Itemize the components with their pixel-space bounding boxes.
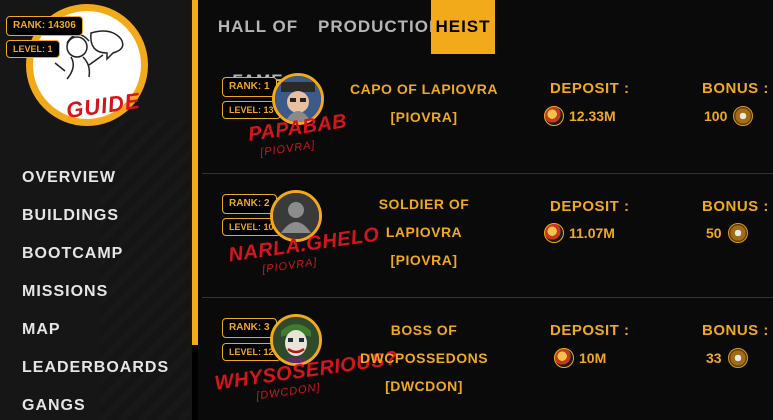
deposit-value: 10M xyxy=(579,350,607,366)
nav-item-overview[interactable]: OVERVIEW xyxy=(22,166,169,204)
sidebar: GUIDE RANK: 14306 LEVEL: 1 OVERVIEW BUIL… xyxy=(0,0,192,420)
deposit-coin-icon xyxy=(554,348,574,368)
main-nav: OVERVIEW BUILDINGS BOOTCAMP MISSIONS MAP… xyxy=(22,166,169,420)
role-line: BOSS OF xyxy=(390,322,458,338)
player-rank-badge: RANK: 14306 xyxy=(6,16,83,36)
leaderboard-tabs: HALL OF FAME PRODUCTION HEIST xyxy=(198,0,773,90)
deposit-value: 12.33M xyxy=(569,108,616,124)
role-line: CAPO OF LAPIOVRA xyxy=(349,81,498,97)
role-line: SOLDIER OF xyxy=(378,196,470,212)
role-line: DWCPOSSEDONS xyxy=(359,350,489,366)
deposit-coin-icon xyxy=(544,106,564,126)
leaderboard-row[interactable]: RANK: 2 LEVEL: 10 NARLA.GHELO [PIOVRA] S… xyxy=(198,174,773,292)
player-role: SOLDIER OF LAPIOVRA [PIOVRA] xyxy=(344,190,504,274)
deposit-label: DEPOSIT : xyxy=(550,322,630,339)
bonus-label: BONUS : xyxy=(702,322,769,339)
leaderboard-row[interactable]: RANK: 1 LEVEL: 13 PAPABAB [PIOVRA] CAPO … xyxy=(198,55,773,173)
bonus-label: BONUS : xyxy=(702,80,769,97)
deposit-label: DEPOSIT : xyxy=(550,80,630,97)
player-role: BOSS OF DWCPOSSEDONS [DWCDON] xyxy=(344,316,504,400)
bonus-value: 50 xyxy=(706,225,722,241)
role-line: [DWCDON] xyxy=(385,378,463,394)
rank-badge: RANK: 2 xyxy=(222,194,277,214)
tab-hall-of-fame[interactable]: HALL OF FAME xyxy=(198,0,318,90)
rank-badge: RANK: 1 xyxy=(222,77,277,97)
leaderboard-panel: HALL OF FAME PRODUCTION HEIST RANK: 1 LE… xyxy=(198,0,773,420)
bonus-value: 33 xyxy=(706,350,722,366)
deposit-value: 11.07M xyxy=(569,225,615,241)
deposit-label: DEPOSIT : xyxy=(550,198,630,215)
leaderboard-row[interactable]: RANK: 3 LEVEL: 12 WHYSOSERIOUS? [DWCDON]… xyxy=(198,298,773,420)
role-line: LAPIOVRA xyxy=(385,224,463,240)
nav-item-missions[interactable]: MISSIONS xyxy=(22,280,169,318)
role-line: [PIOVRA] xyxy=(390,109,458,125)
nav-item-leaderboards[interactable]: LEADERBOARDS xyxy=(22,356,169,394)
player-role: CAPO OF LAPIOVRA [PIOVRA] xyxy=(344,75,504,131)
nav-item-gangs[interactable]: GANGS xyxy=(22,394,169,420)
bonus-label: BONUS : xyxy=(702,198,769,215)
tab-production[interactable]: PRODUCTION xyxy=(318,0,441,54)
role-line: [PIOVRA] xyxy=(390,252,458,268)
bonus-chip-icon xyxy=(728,223,748,243)
nav-item-buildings[interactable]: BUILDINGS xyxy=(22,204,169,242)
nav-item-map[interactable]: MAP xyxy=(22,318,169,356)
tab-heist[interactable]: HEIST xyxy=(431,0,495,54)
nav-item-bootcamp[interactable]: BOOTCAMP xyxy=(22,242,169,280)
bonus-chip-icon xyxy=(733,106,753,126)
rank-badge: RANK: 3 xyxy=(222,318,277,338)
bonus-chip-icon xyxy=(728,348,748,368)
bonus-value: 100 xyxy=(704,108,728,124)
player-level-badge: LEVEL: 1 xyxy=(6,40,60,58)
deposit-coin-icon xyxy=(544,223,564,243)
